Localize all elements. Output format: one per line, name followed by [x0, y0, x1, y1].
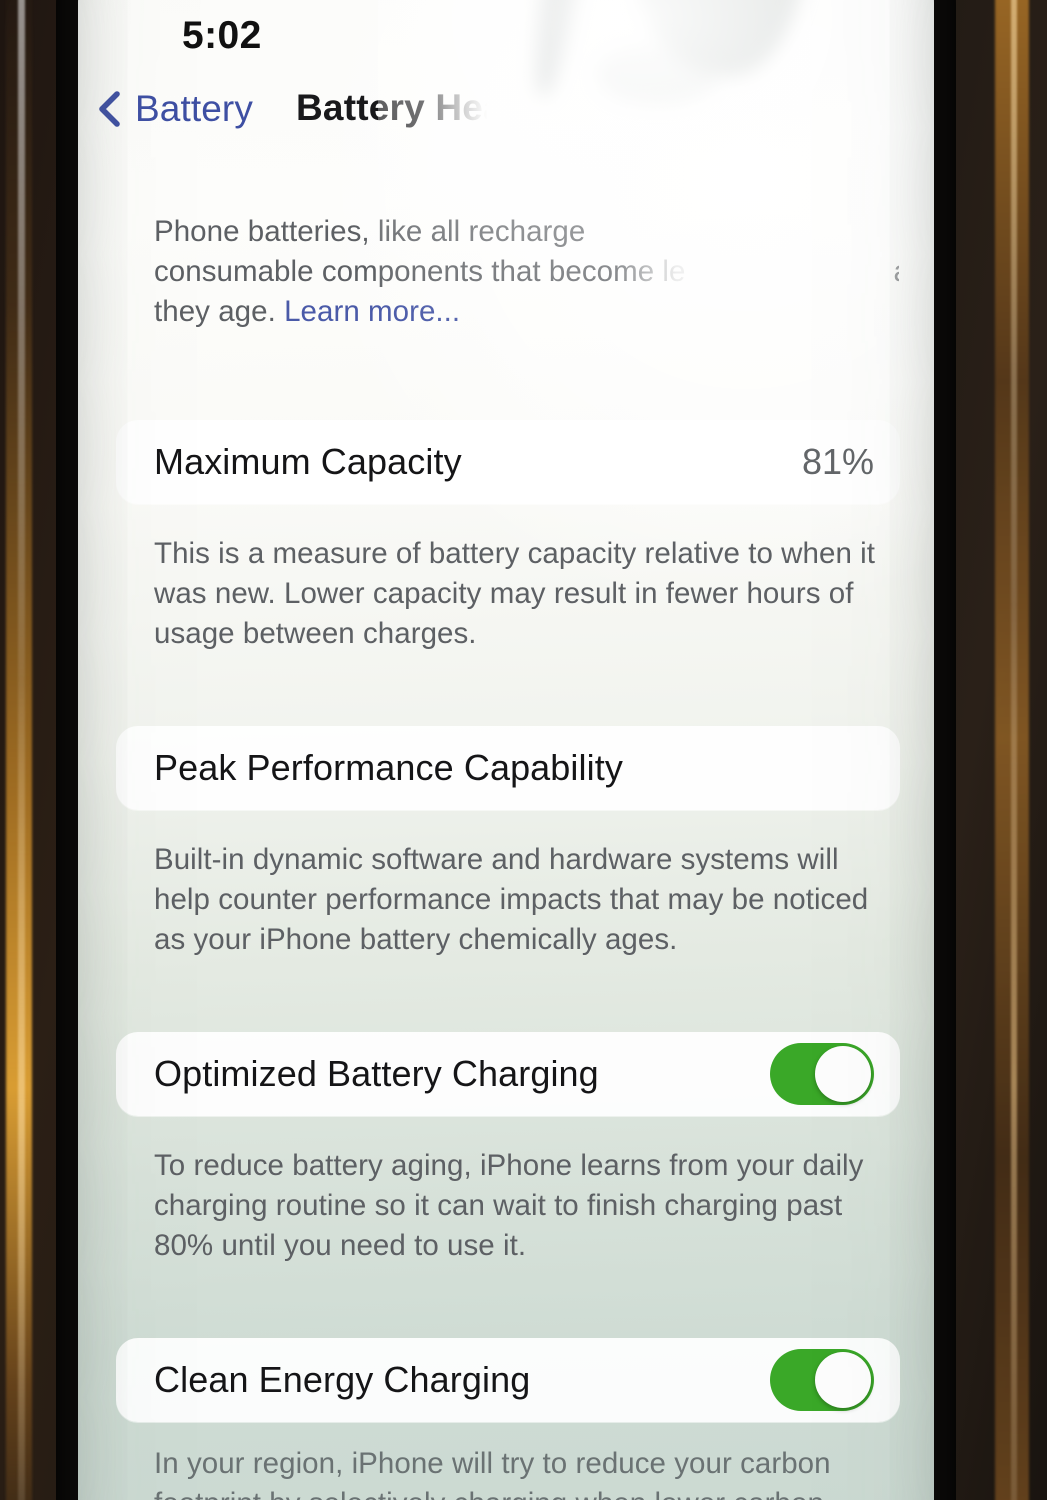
maximum-capacity-value: 81% [801, 441, 874, 482]
phone-screen: 5:02 Battery Battery Hea Phone batteries… [78, 0, 934, 1500]
peak-performance-row[interactable]: Peak Performance Capability [116, 726, 900, 810]
clean-energy-description: In your region, iPhone will try to reduc… [78, 1444, 934, 1500]
navigation-bar: Battery Battery Hea [78, 84, 934, 162]
toggle-knob [815, 1046, 871, 1102]
phone-photo: 5:02 Battery Battery Hea Phone batteries… [0, 0, 1047, 1500]
intro-line-2: consumable components that become le [154, 255, 686, 288]
clean-energy-row[interactable]: Clean Energy Charging [116, 1338, 900, 1422]
clean-energy-label: Clean Energy Charging [154, 1359, 531, 1400]
back-button-label: Battery [135, 88, 253, 129]
clean-energy-card: Clean Energy Charging [116, 1338, 900, 1422]
back-button[interactable]: Battery [96, 88, 253, 130]
maximum-capacity-row[interactable]: Maximum Capacity 81% [116, 420, 900, 504]
maximum-capacity-card: Maximum Capacity 81% [116, 420, 900, 504]
learn-more-link[interactable]: Learn more... [284, 295, 460, 328]
maximum-capacity-label: Maximum Capacity [154, 441, 462, 482]
peak-performance-card: Peak Performance Capability [116, 726, 900, 810]
status-bar: 5:02 [78, 0, 934, 84]
optimized-charging-row[interactable]: Optimized Battery Charging [116, 1032, 900, 1116]
clean-energy-description-text: In your region, iPhone will try to reduc… [154, 1447, 831, 1500]
settings-screen: 5:02 Battery Battery Hea Phone batteries… [78, 0, 934, 1500]
chevron-left-icon [99, 91, 120, 127]
peak-performance-description: Built-in dynamic software and hardware s… [154, 843, 869, 956]
peak-performance-label: Peak Performance Capability [154, 747, 623, 788]
clean-energy-toggle[interactable] [770, 1349, 874, 1411]
page-title: Battery Hea [296, 87, 504, 128]
optimized-charging-label: Optimized Battery Charging [154, 1053, 599, 1094]
intro-description: Phone batteries, like all recharge consu… [78, 162, 934, 332]
settings-list: Phone batteries, like all recharge consu… [78, 162, 934, 1500]
phone-right-rail-highlight [1011, 0, 1017, 1500]
phone-left-rail-highlight [18, 0, 25, 1500]
optimized-charging-description: To reduce battery aging, iPhone learns f… [154, 1149, 864, 1262]
intro-line-2-tail: as [893, 255, 925, 288]
toggle-knob [815, 1352, 871, 1408]
maximum-capacity-description: This is a measure of battery capacity re… [154, 537, 876, 650]
intro-line-3: they age. [154, 295, 285, 328]
optimized-charging-toggle[interactable] [770, 1043, 874, 1105]
status-bar-clock: 5:02 [182, 14, 262, 57]
intro-line-1: Phone batteries, like all recharge [154, 215, 586, 248]
optimized-charging-card: Optimized Battery Charging [116, 1032, 900, 1116]
